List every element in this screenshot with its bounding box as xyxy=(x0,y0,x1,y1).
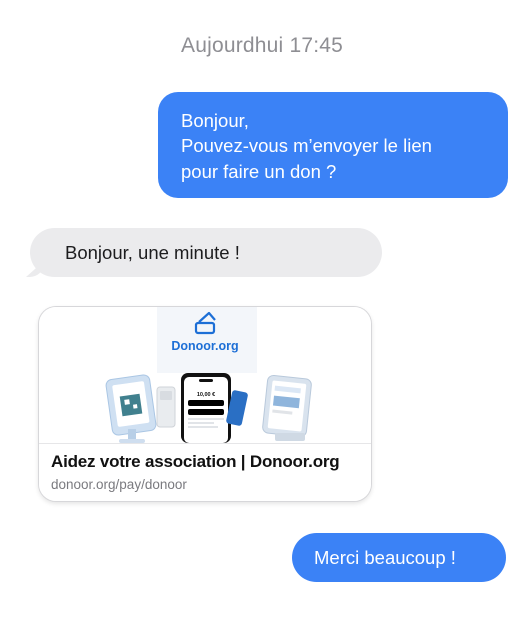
brand-logo-text: Donoor.org xyxy=(171,339,238,353)
message-timestamp: Aujourdhui 17:45 xyxy=(181,34,343,57)
link-preview-card[interactable]: Donoor.org 10,00 € Aidez votre associati… xyxy=(38,306,372,502)
incoming-message-bubble[interactable]: Bonjour, une minute ! xyxy=(26,228,382,277)
message-text: Bonjour, une minute ! xyxy=(65,242,240,263)
phone-amount-text: 10,00 € xyxy=(197,392,215,398)
phone-illustration: 10,00 € xyxy=(181,373,231,443)
link-preview-title: Aidez votre association | Donoor.org xyxy=(51,452,340,471)
tablet-illustration xyxy=(262,374,312,441)
message-text-line: pour faire un don ? xyxy=(181,161,337,182)
link-preview-footer: Aidez votre association | Donoor.org don… xyxy=(39,443,371,501)
message-text-line: Bonjour, xyxy=(181,110,249,131)
message-text: Merci beaucoup ! xyxy=(314,547,456,568)
message-text-line: Pouvez-vous m’envoyer le lien xyxy=(181,135,432,156)
link-preview-image: Donoor.org 10,00 € xyxy=(39,307,371,443)
outgoing-message-bubble[interactable]: Bonjour, Pouvez-vous m’envoyer le lien p… xyxy=(158,92,508,198)
link-preview-url: donoor.org/pay/donoor xyxy=(51,477,187,492)
card-reader-illustration xyxy=(156,386,176,428)
kiosk-left-illustration xyxy=(105,374,157,443)
outgoing-message-bubble[interactable]: Merci beaucoup ! xyxy=(292,533,506,582)
bubble-tail xyxy=(26,261,44,277)
